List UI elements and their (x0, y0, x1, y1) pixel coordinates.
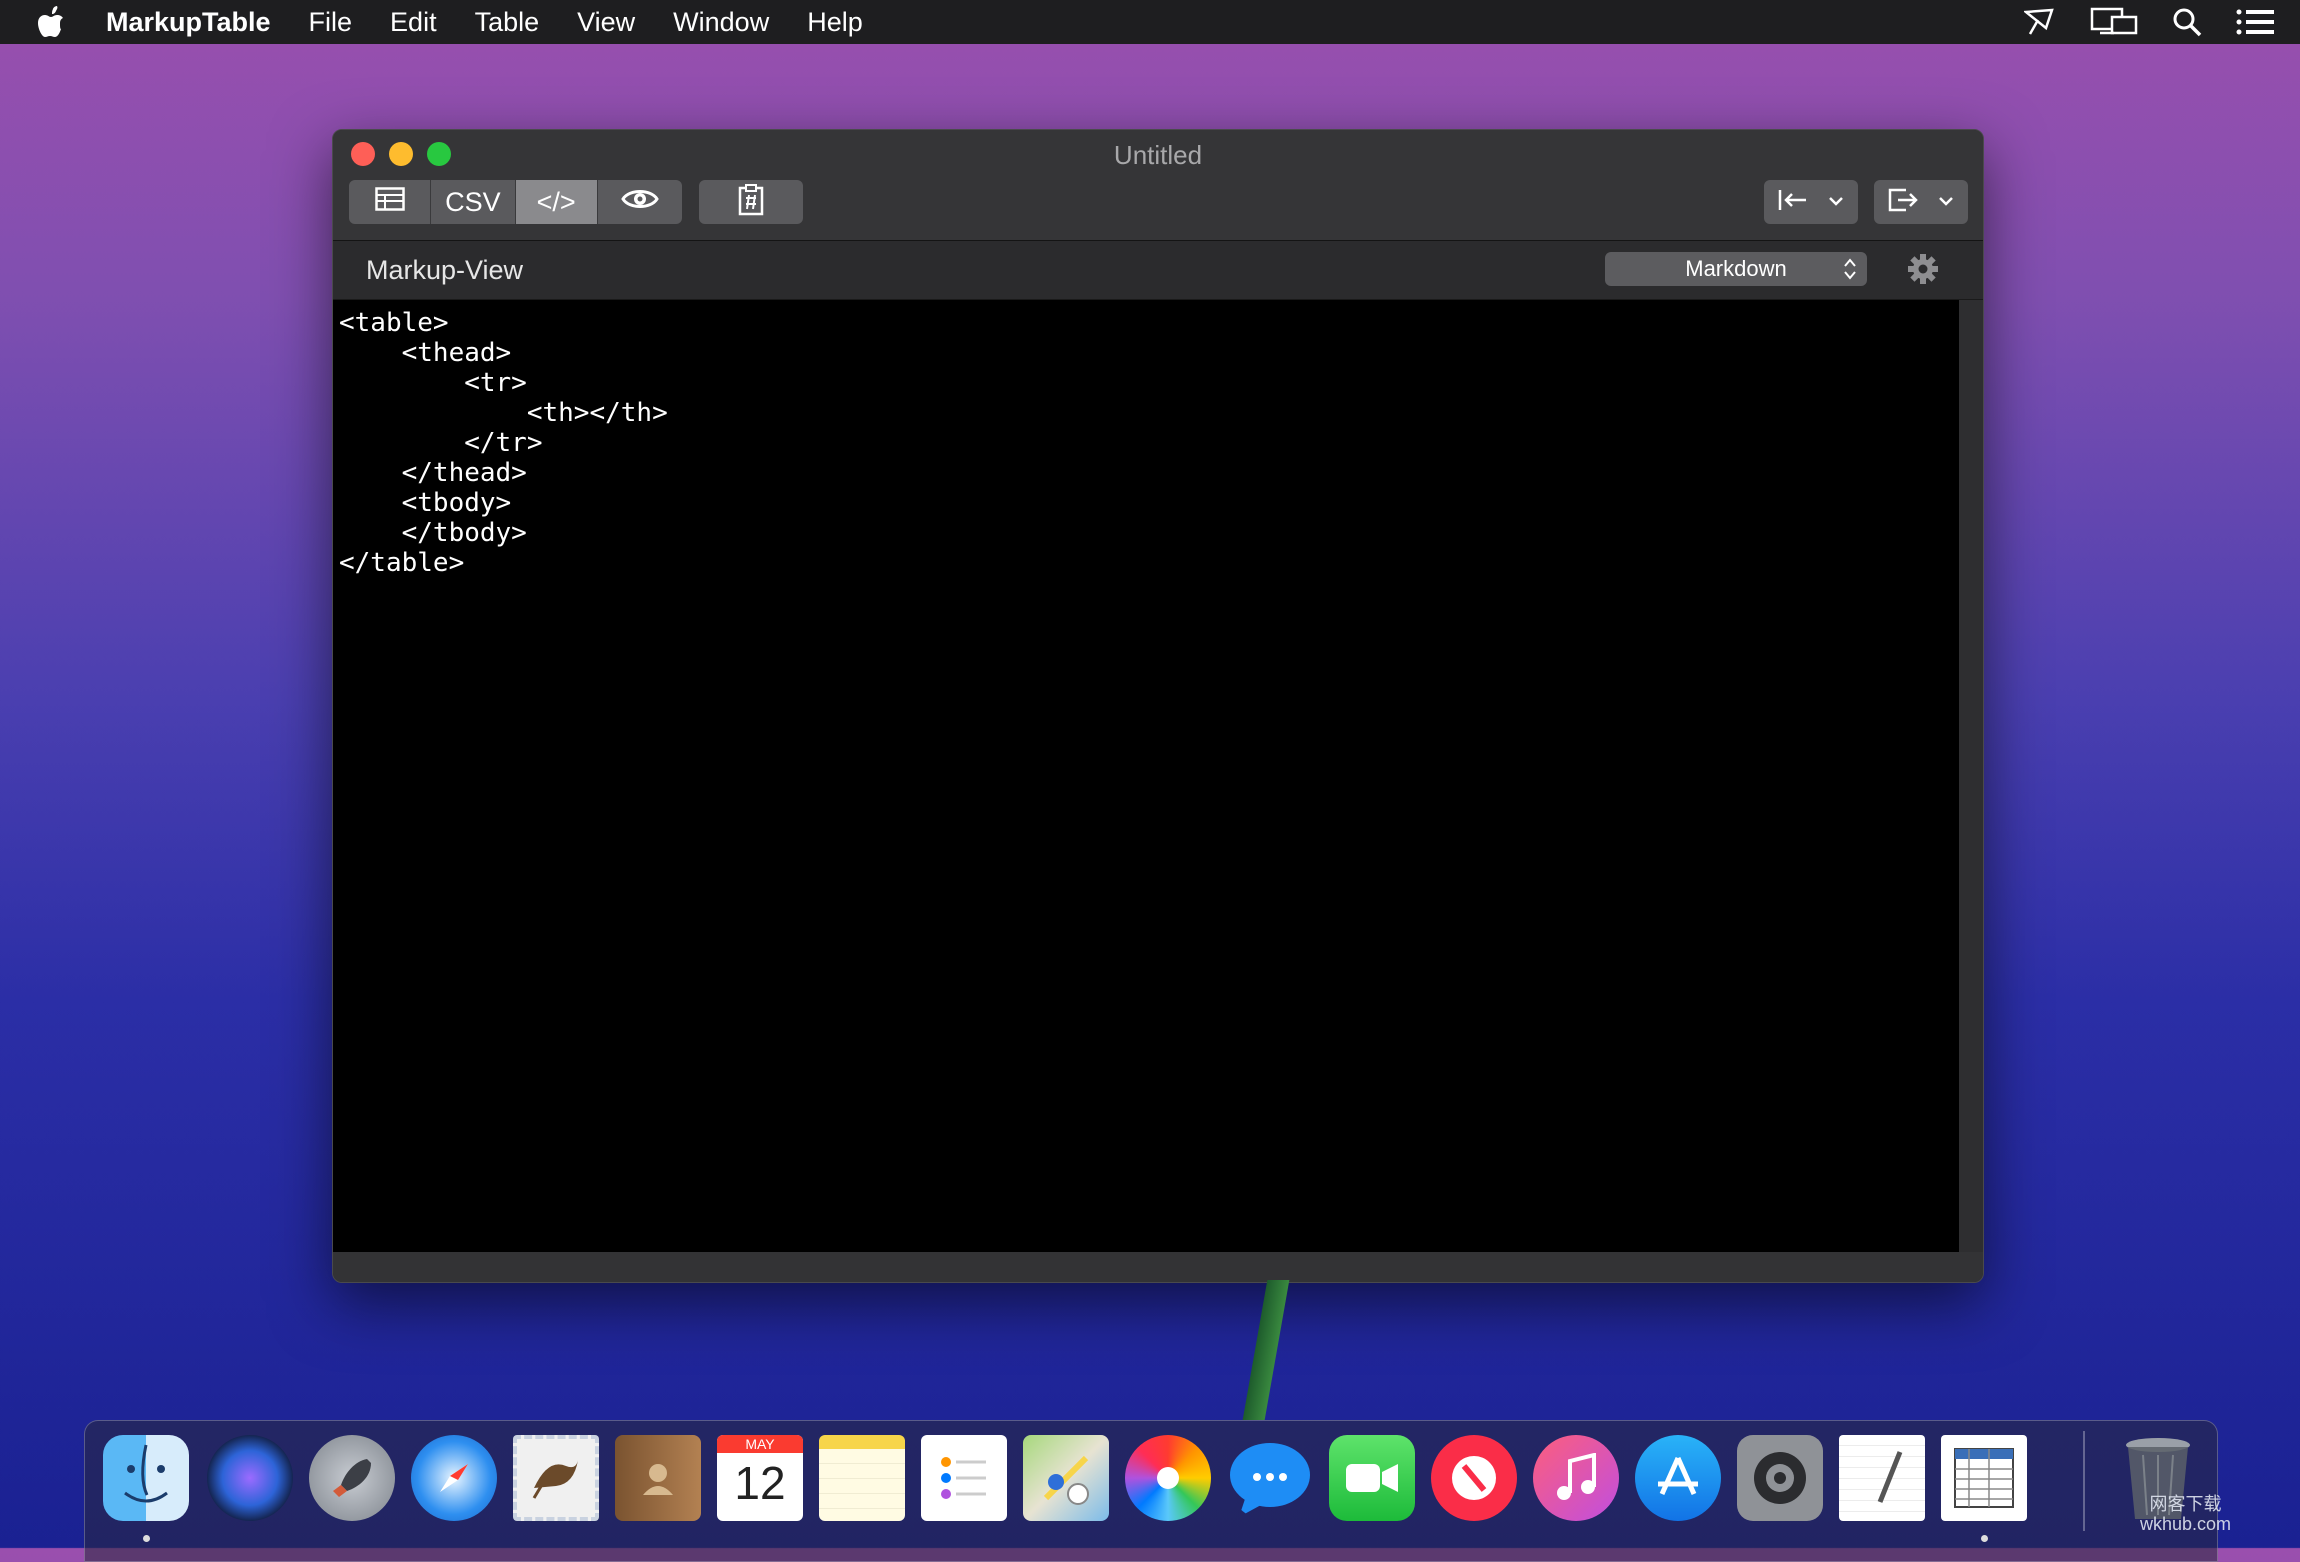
menu-bar: MarkupTable File Edit Table View Window … (0, 0, 2300, 44)
finder-icon[interactable] (103, 1435, 189, 1521)
menu-view[interactable]: View (577, 7, 635, 38)
watermark: 网客下载 wkhub.com (2140, 1494, 2231, 1534)
control-center-icon[interactable] (2236, 9, 2274, 35)
format-select-value: Markdown (1685, 256, 1787, 281)
reminders-icon[interactable] (921, 1435, 1007, 1521)
chevron-down-icon (1938, 193, 1954, 211)
menu-edit[interactable]: Edit (390, 7, 437, 38)
spotlight-icon[interactable] (2172, 7, 2202, 37)
menu-file[interactable]: File (309, 7, 353, 38)
import-icon (1778, 188, 1808, 217)
calendar-day: 12 (734, 1457, 786, 1509)
window-title: Untitled (1113, 140, 1203, 170)
paste-table-icon (736, 183, 766, 221)
maps-icon[interactable] (1023, 1435, 1109, 1521)
facetime-icon[interactable] (1329, 1435, 1415, 1521)
up-down-arrows-icon (1843, 256, 1857, 288)
photos-icon[interactable] (1125, 1435, 1211, 1521)
running-indicator (143, 1535, 150, 1542)
table-view-button[interactable] (349, 180, 432, 224)
chevron-down-icon (1828, 193, 1844, 211)
markup-editor[interactable]: <table> <thead> <tr> <th></th> </tr> </t… (333, 300, 1959, 1252)
safari-icon[interactable] (411, 1435, 497, 1521)
contacts-icon[interactable] (615, 1435, 701, 1521)
markuptable-icon[interactable] (1941, 1435, 2027, 1521)
itunes-icon[interactable] (1533, 1435, 1619, 1521)
menu-table[interactable]: Table (475, 7, 540, 38)
table-icon (374, 186, 405, 218)
title-bar[interactable]: Untitled CSV </> (333, 130, 1983, 241)
calendar-month: MAY (717, 1435, 803, 1453)
settings-gear-icon[interactable] (1907, 253, 1939, 290)
apple-menu-icon[interactable] (38, 6, 78, 38)
calendar-icon[interactable]: MAY 12 (717, 1435, 803, 1521)
export-dropdown[interactable] (1874, 180, 1968, 224)
display-icon[interactable] (2090, 7, 2138, 37)
import-dropdown[interactable] (1764, 180, 1858, 224)
panel-title: Markup-View (366, 255, 524, 285)
notes-icon[interactable] (819, 1435, 905, 1521)
view-mode-segmented-control: CSV </> (349, 180, 682, 224)
paste-table-button[interactable] (699, 180, 803, 224)
textedit-icon[interactable] (1839, 1435, 1925, 1521)
airplay-icon[interactable] (2024, 8, 2056, 36)
app-window: Untitled CSV </> Markup-View Markdown <t… (332, 129, 1984, 1283)
messages-icon[interactable] (1227, 1435, 1313, 1521)
running-indicator (1981, 1535, 1988, 1542)
watermark-line2: wkhub.com (2140, 1514, 2232, 1534)
system-preferences-icon[interactable] (1737, 1435, 1823, 1521)
format-select[interactable]: Markdown (1605, 252, 1867, 286)
wallpaper-stem (1242, 1280, 1290, 1420)
siri-icon[interactable] (207, 1435, 293, 1521)
export-icon (1888, 188, 1918, 217)
dock-separator (2083, 1431, 2085, 1531)
menu-window[interactable]: Window (673, 7, 769, 38)
markup-view-button[interactable]: </> (515, 180, 598, 224)
app-store-icon[interactable] (1635, 1435, 1721, 1521)
csv-view-button[interactable]: CSV (431, 180, 516, 224)
window-bottom-bar (333, 1252, 1983, 1282)
mail-icon[interactable] (513, 1435, 599, 1521)
dock: MAY 12 (84, 1420, 2218, 1562)
eye-icon (621, 187, 659, 218)
launchpad-icon[interactable] (309, 1435, 395, 1521)
news-icon[interactable] (1431, 1435, 1517, 1521)
preview-button[interactable] (598, 180, 682, 224)
vertical-scrollbar[interactable] (1959, 300, 1983, 1252)
menu-help[interactable]: Help (807, 7, 863, 38)
watermark-line1: 网客下载 (2149, 1494, 2222, 1514)
app-menu[interactable]: MarkupTable (106, 7, 271, 38)
